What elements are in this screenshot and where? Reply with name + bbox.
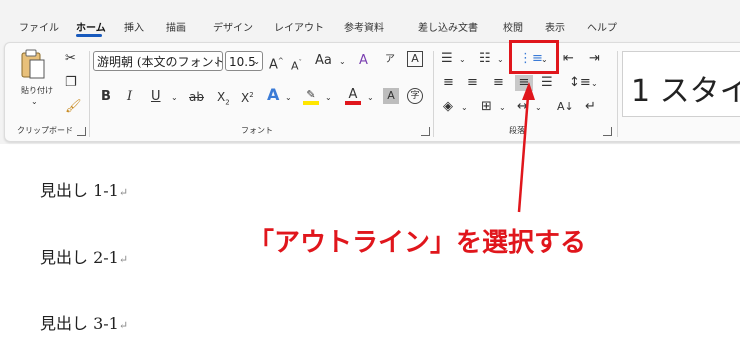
pointer-arrow xyxy=(517,82,535,213)
paragraph-mark-icon: ↵ xyxy=(118,253,129,266)
paragraph-mark-icon: ↵ xyxy=(118,186,129,199)
document-line[interactable]: 見出し 2-1↵ xyxy=(40,244,128,268)
paragraph-mark-icon: ↵ xyxy=(118,319,129,332)
annotation-text: 「アウトライン」を選択する xyxy=(248,228,587,258)
document-line[interactable]: 見出し 1-1↵ xyxy=(40,177,128,201)
document-line[interactable]: 見出し 3-1↵ xyxy=(40,310,128,334)
